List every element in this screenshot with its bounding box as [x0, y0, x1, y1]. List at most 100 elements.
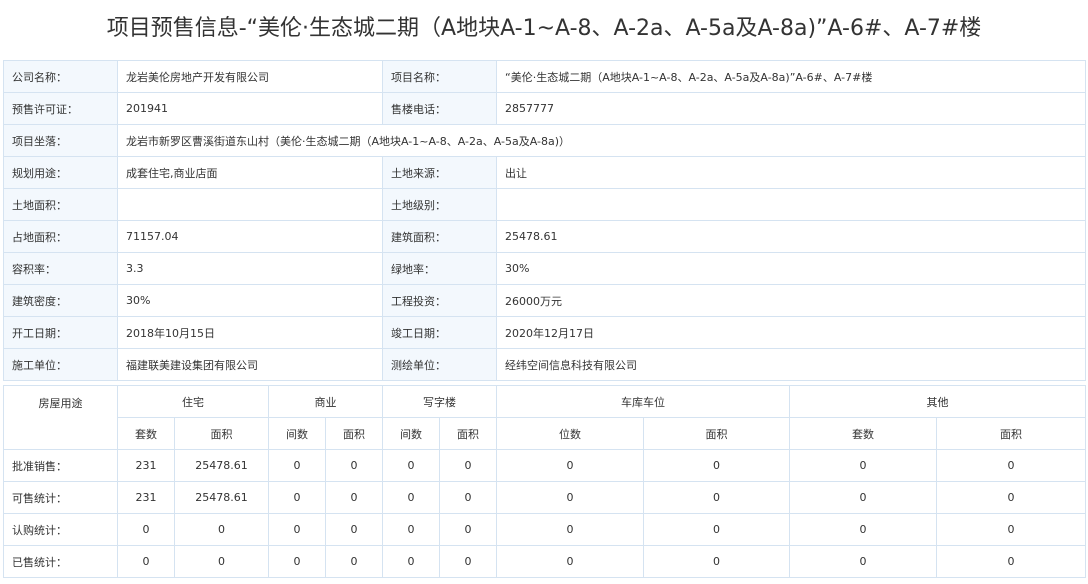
stat-cell: 0	[117, 545, 175, 578]
stat-cell: 0	[936, 545, 1086, 578]
land-source-value: 出让	[496, 156, 1086, 189]
row-label: 认购统计：	[3, 513, 118, 546]
stat-cell: 0	[325, 449, 383, 482]
land-area-value	[117, 188, 383, 221]
stat-cell: 0	[325, 513, 383, 546]
sub-header: 套数	[789, 417, 937, 450]
plot-ratio-label: 容积率：	[3, 252, 118, 285]
surveyor-value: 经纬空间信息科技有限公司	[496, 348, 1086, 381]
land-source-label: 土地来源：	[382, 156, 497, 189]
stat-cell: 0	[325, 481, 383, 514]
sales-phone-value: 2857777	[496, 92, 1086, 125]
stat-cell: 0	[382, 545, 440, 578]
stats-row-subscribed: 认购统计： 0 0 0 0 0 0 0 0 0 0	[3, 513, 1086, 546]
project-info-table: 公司名称： 龙岩美伦房地产开发有限公司 项目名称： “美伦·生态城二期（A地块A…	[3, 60, 1086, 381]
stat-cell: 25478.61	[174, 449, 269, 482]
info-row: 公司名称： 龙岩美伦房地产开发有限公司 项目名称： “美伦·生态城二期（A地块A…	[3, 60, 1086, 93]
stats-sub-header-row: 套数 面积 间数 面积 间数 面积 位数 面积 套数 面积	[4, 417, 1086, 450]
stat-cell: 0	[496, 513, 644, 546]
info-row: 规划用途： 成套住宅,商业店面 土地来源： 出让	[3, 156, 1086, 189]
sub-header: 面积	[325, 417, 383, 450]
sub-header: 面积	[174, 417, 269, 450]
stat-cell: 0	[382, 449, 440, 482]
stat-cell: 0	[174, 513, 269, 546]
sub-header: 面积	[643, 417, 790, 450]
sub-header: 套数	[117, 417, 175, 450]
presale-permit-label: 预售许可证：	[3, 92, 118, 125]
stat-cell: 0	[382, 513, 440, 546]
land-grade-value	[496, 188, 1086, 221]
completion-date-label: 竣工日期：	[382, 316, 497, 349]
info-row: 建筑密度： 30% 工程投资： 26000万元	[3, 284, 1086, 317]
project-location-label: 项目坐落：	[3, 124, 118, 157]
stats-row-sold: 已售统计： 0 0 0 0 0 0 0 0 0 0	[3, 545, 1086, 578]
info-row: 占地面积： 71157.04 建筑面积： 25478.61	[3, 220, 1086, 253]
group-parking: 车库车位	[496, 385, 790, 418]
land-area-label: 土地面积：	[3, 188, 118, 221]
page-title: 项目预售信息-“美伦·生态城二期（A地块A-1~A-8、A-2a、A-5a及A-…	[106, 16, 982, 41]
stat-cell: 0	[268, 449, 326, 482]
stat-cell: 0	[117, 513, 175, 546]
stat-cell: 0	[789, 449, 937, 482]
stats-row-available: 可售统计： 231 25478.61 0 0 0 0 0 0 0 0	[3, 481, 1086, 514]
row-label: 可售统计：	[3, 481, 118, 514]
sales-stats-table: 房屋用途 住宅 商业 写字楼 车库车位 其他 套数 面积 间数 面积 间数 面积…	[3, 385, 1086, 578]
stat-cell: 0	[268, 513, 326, 546]
company-name-label: 公司名称：	[3, 60, 118, 93]
sub-header: 位数	[496, 417, 644, 450]
stat-cell: 0	[643, 449, 790, 482]
stat-cell: 0	[643, 513, 790, 546]
stat-cell: 0	[936, 481, 1086, 514]
start-date-value: 2018年10月15日	[117, 316, 383, 349]
sub-header: 面积	[936, 417, 1086, 450]
contractor-value: 福建联美建设集团有限公司	[117, 348, 383, 381]
stat-cell: 0	[643, 481, 790, 514]
stat-cell: 0	[496, 545, 644, 578]
presale-permit-value: 201941	[117, 92, 383, 125]
completion-date-value: 2020年12月17日	[496, 316, 1086, 349]
green-ratio-label: 绿地率：	[382, 252, 497, 285]
stat-cell: 0	[496, 481, 644, 514]
stat-cell: 25478.61	[174, 481, 269, 514]
stat-cell: 0	[439, 481, 497, 514]
site-area-value: 71157.04	[117, 220, 383, 253]
start-date-label: 开工日期：	[3, 316, 118, 349]
stat-cell: 0	[496, 449, 644, 482]
plot-ratio-value: 3.3	[117, 252, 383, 285]
stat-cell: 0	[936, 513, 1086, 546]
group-residential: 住宅	[117, 385, 269, 418]
info-row: 施工单位： 福建联美建设集团有限公司 测绘单位： 经纬空间信息科技有限公司	[3, 348, 1086, 381]
investment-label: 工程投资：	[382, 284, 497, 317]
sales-phone-label: 售楼电话：	[382, 92, 497, 125]
group-commercial: 商业	[268, 385, 383, 418]
project-location-value: 龙岩市新罗区曹溪街道东山村（美伦·生态城二期（A地块A-1~A-8、A-2a、A…	[117, 124, 1086, 157]
planned-use-value: 成套住宅,商业店面	[117, 156, 383, 189]
stat-cell: 0	[268, 481, 326, 514]
investment-value: 26000万元	[496, 284, 1086, 317]
planned-use-label: 规划用途：	[3, 156, 118, 189]
info-row: 容积率： 3.3 绿地率： 30%	[3, 252, 1086, 285]
row-label: 已售统计：	[3, 545, 118, 578]
surveyor-label: 测绘单位：	[382, 348, 497, 381]
project-name-value: “美伦·生态城二期（A地块A-1~A-8、A-2a、A-5a及A-8a)”A-6…	[496, 60, 1086, 93]
stat-cell: 0	[439, 513, 497, 546]
stat-cell: 0	[789, 545, 937, 578]
sub-header: 面积	[439, 417, 497, 450]
stat-cell: 0	[174, 545, 269, 578]
stats-group-header-row: 房屋用途 住宅 商业 写字楼 车库车位 其他	[3, 385, 1086, 450]
land-grade-label: 土地级别：	[382, 188, 497, 221]
floor-area-label: 建筑面积：	[382, 220, 497, 253]
house-use-header: 房屋用途	[3, 385, 118, 450]
group-office: 写字楼	[382, 385, 497, 418]
stat-cell: 0	[325, 545, 383, 578]
stat-cell: 0	[936, 449, 1086, 482]
building-density-label: 建筑密度：	[3, 284, 118, 317]
stat-cell: 0	[439, 449, 497, 482]
info-row: 项目坐落： 龙岩市新罗区曹溪街道东山村（美伦·生态城二期（A地块A-1~A-8、…	[3, 124, 1086, 157]
stat-cell: 0	[789, 481, 937, 514]
row-label: 批准销售：	[3, 449, 118, 482]
stat-cell: 0	[789, 513, 937, 546]
building-density-value: 30%	[117, 284, 383, 317]
stat-cell: 0	[268, 545, 326, 578]
info-row: 开工日期： 2018年10月15日 竣工日期： 2020年12月17日	[3, 316, 1086, 349]
